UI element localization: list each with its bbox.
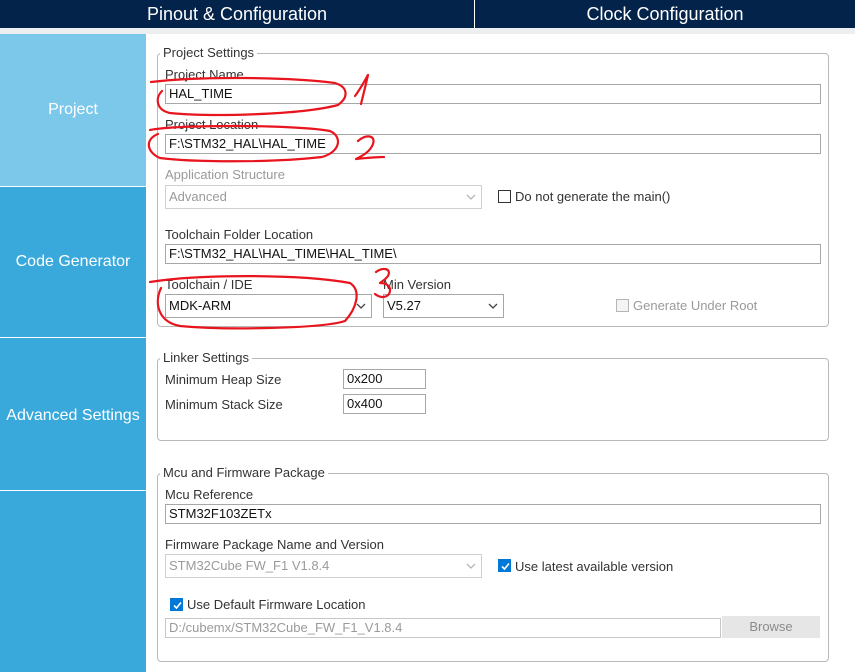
browse-button[interactable]: Browse	[722, 616, 820, 638]
project-settings-legend: Project Settings	[160, 46, 258, 60]
do-not-generate-main-label: Do not generate the main()	[515, 189, 671, 204]
application-structure-value: Advanced	[169, 189, 227, 204]
generate-under-root-checkbox[interactable]	[616, 299, 629, 312]
check-icon	[173, 601, 182, 610]
chevron-down-icon	[466, 194, 476, 203]
firmware-location-input[interactable]: D:/cubemx/STM32Cube_FW_F1_V1.8.4	[165, 618, 721, 638]
linker-settings-legend: Linker Settings	[160, 351, 252, 365]
project-location-label: Project Location	[165, 117, 259, 132]
do-not-generate-main-checkbox[interactable]	[498, 190, 511, 203]
sidebar-item-advanced-settings[interactable]: Advanced Settings	[0, 338, 146, 490]
generate-under-root-label: Generate Under Root	[633, 298, 758, 313]
sidebar-item-empty[interactable]	[0, 491, 146, 672]
sidebar: Project Code Generator Advanced Settings	[0, 34, 146, 672]
firmware-package-label: Firmware Package Name and Version	[165, 537, 384, 552]
tab-clock-configuration[interactable]: Clock Configuration	[475, 0, 855, 28]
firmware-package-value: STM32Cube FW_F1 V1.8.4	[169, 558, 330, 573]
min-version-value: V5.27	[387, 298, 421, 313]
min-version-label: Min Version	[383, 277, 451, 292]
toolchain-ide-label: Toolchain / IDE	[165, 277, 253, 292]
mcu-firmware-legend: Mcu and Firmware Package	[160, 466, 328, 480]
min-heap-size-label: Minimum Heap Size	[165, 372, 282, 387]
use-default-firmware-location-label: Use Default Firmware Location	[187, 597, 366, 612]
mcu-reference-label: Mcu Reference	[165, 487, 254, 502]
firmware-package-select[interactable]: STM32Cube FW_F1 V1.8.4	[165, 554, 482, 578]
toolchain-ide-value: MDK-ARM	[169, 298, 232, 313]
application-structure-select[interactable]: Advanced	[165, 185, 482, 209]
sidebar-item-code-generator[interactable]: Code Generator	[0, 187, 146, 337]
project-name-label: Project Name	[165, 67, 244, 82]
min-stack-size-input[interactable]: 0x400	[343, 394, 426, 414]
use-latest-version-label: Use latest available version	[515, 559, 674, 574]
chevron-down-icon	[466, 563, 476, 572]
min-heap-size-input[interactable]: 0x200	[343, 369, 426, 389]
toolchain-folder-input[interactable]: F:\STM32_HAL\HAL_TIME\HAL_TIME\	[165, 244, 821, 264]
check-icon	[501, 562, 510, 571]
use-default-firmware-location-checkbox[interactable]	[170, 598, 183, 611]
toolchain-ide-select[interactable]: MDK-ARM	[165, 294, 372, 318]
project-location-input[interactable]: F:\STM32_HAL\HAL_TIME	[165, 134, 821, 154]
toolchain-folder-label: Toolchain Folder Location	[165, 227, 314, 242]
chevron-down-icon	[488, 303, 498, 312]
mcu-reference-input[interactable]: STM32F103ZETx	[165, 504, 821, 524]
top-tab-bar: Pinout & Configuration Clock Configurati…	[0, 0, 855, 28]
min-version-select[interactable]: V5.27	[383, 294, 504, 318]
tab-pinout-configuration[interactable]: Pinout & Configuration	[0, 0, 474, 28]
application-structure-label: Application Structure	[165, 167, 285, 182]
sidebar-item-project[interactable]: Project	[0, 34, 146, 186]
chevron-down-icon	[356, 303, 366, 312]
project-name-input[interactable]: HAL_TIME	[165, 84, 821, 104]
min-stack-size-label: Minimum Stack Size	[165, 397, 283, 412]
use-latest-version-checkbox[interactable]	[498, 559, 511, 572]
